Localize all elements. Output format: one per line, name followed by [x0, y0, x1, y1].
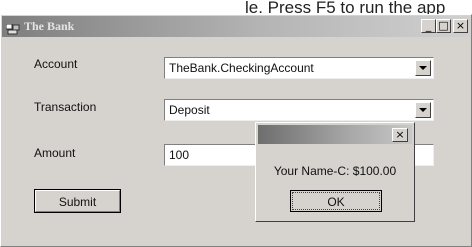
window-title: The Bank [24, 19, 75, 33]
account-dropdown-button[interactable] [415, 60, 431, 76]
ok-label: OK [327, 195, 345, 209]
minimize-button[interactable]: _ [421, 19, 436, 33]
window-titlebar[interactable]: The Bank _ □ × [2, 16, 470, 37]
submit-button[interactable]: Submit [34, 189, 121, 213]
chevron-down-icon [419, 108, 427, 112]
transaction-combobox[interactable]: Deposit [164, 99, 434, 121]
message-dialog: × Your Name-C: $100.00 OK [255, 122, 415, 222]
dialog-titlebar[interactable]: × [258, 125, 412, 144]
transaction-dropdown-button[interactable] [415, 102, 431, 118]
submit-label: Submit [58, 195, 97, 209]
ok-button[interactable]: OK [290, 190, 382, 212]
account-label: Account [34, 57, 78, 71]
dialog-close-button[interactable]: × [392, 128, 408, 142]
app-icon [5, 22, 20, 35]
transaction-label: Transaction [34, 100, 97, 114]
transaction-value: Deposit [169, 103, 210, 117]
chevron-down-icon [419, 66, 427, 70]
account-combobox[interactable]: TheBank.CheckingAccount [164, 57, 434, 79]
dialog-message: Your Name-C: $100.00 [273, 164, 397, 178]
close-button[interactable]: × [453, 19, 468, 33]
amount-value: 100 [169, 148, 190, 162]
amount-label: Amount [34, 146, 76, 160]
account-value: TheBank.CheckingAccount [169, 61, 314, 75]
maximize-button[interactable]: □ [436, 19, 451, 33]
